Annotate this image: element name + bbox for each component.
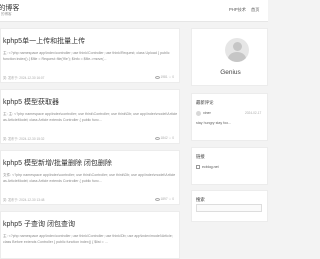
comment-avatar	[196, 111, 201, 116]
comment-user[interactable]: xiner	[203, 111, 211, 115]
post-card[interactable]: kphp5 子查询 闭包查询 主: <?php namespace app\in…	[0, 211, 180, 259]
search-box: 搜索	[191, 190, 268, 222]
post-card[interactable]: kphp5单一上传和批量上传 主: <?php namespace app\in…	[0, 28, 180, 83]
post-card[interactable]: kphp5 模型新增/批量删除 闭包删除 文件: <?php namespace…	[0, 150, 180, 205]
post-title[interactable]: kphp5 模型新增/批量删除 闭包删除	[3, 158, 179, 168]
post-excerpt: 主: <?php namespace app\index\controller;…	[3, 234, 173, 244]
comment-date: 2024-02-17	[245, 111, 262, 115]
profile-card: Genius	[191, 28, 268, 86]
link-icon	[196, 165, 200, 170]
link-item[interactable]: ecblog.net	[196, 165, 219, 170]
links-heading: 链接	[196, 154, 205, 159]
post-meta: 类: 发布于: 2024-12-30 15:32	[3, 137, 45, 141]
link-label[interactable]: ecblog.net	[202, 165, 219, 169]
post-stats-text: 1842 ☆ 0	[160, 136, 175, 140]
post-excerpt: 主: <?php namespace app\index\controller;…	[3, 51, 170, 61]
links-box: 链接 ecblog.net	[191, 147, 268, 185]
post-meta: 类: 发布于: 2024-12-30 13:48	[3, 198, 45, 202]
post-excerpt: 文件: <?php namespace app\index\controller…	[3, 173, 176, 183]
post-card[interactable]: kphp5 模型获取器 主: 主: <?php namespace app\in…	[0, 89, 180, 144]
post-title[interactable]: kphp5 子查询 闭包查询	[3, 219, 179, 229]
eye-icon	[154, 136, 160, 140]
eye-icon	[154, 197, 160, 201]
post-stats-text: 1897 ☆ 0	[160, 197, 175, 201]
eye-icon	[154, 75, 160, 79]
avatar	[225, 38, 249, 62]
avatar-body	[228, 52, 246, 62]
search-heading: 搜索	[196, 197, 205, 202]
post-stats: 1842 ☆ 0	[154, 136, 175, 140]
post-stats-text: 1981 ☆ 0	[160, 75, 175, 79]
post-excerpt: 主: 主: <?php namespace app\index\controll…	[3, 112, 178, 122]
post-title[interactable]: kphp5单一上传和批量上传	[3, 36, 179, 46]
search-input[interactable]	[196, 204, 262, 212]
nav-home[interactable]: 首页	[251, 7, 259, 13]
nav-php-tech[interactable]: PHP技术	[229, 7, 246, 13]
comment-text[interactable]: stay hungry stay foo...	[196, 121, 231, 125]
recent-comments: 最新评论 xiner 2024-02-17 stay hungry stay f…	[191, 93, 268, 141]
top-bar: us的博客 的博客 PHP技术 首页	[0, 0, 268, 22]
post-title[interactable]: kphp5 模型获取器	[3, 97, 179, 107]
profile-name: Genius	[220, 69, 241, 76]
avatar-head	[232, 42, 242, 51]
comments-heading: 最新评论	[196, 100, 214, 105]
post-stats: 1981 ☆ 0	[154, 75, 175, 79]
site-subtitle: 的博客	[1, 12, 12, 16]
post-stats: 1897 ☆ 0	[154, 197, 175, 201]
post-meta: 类: 发布于: 2024-12-30 16:07	[3, 76, 45, 80]
